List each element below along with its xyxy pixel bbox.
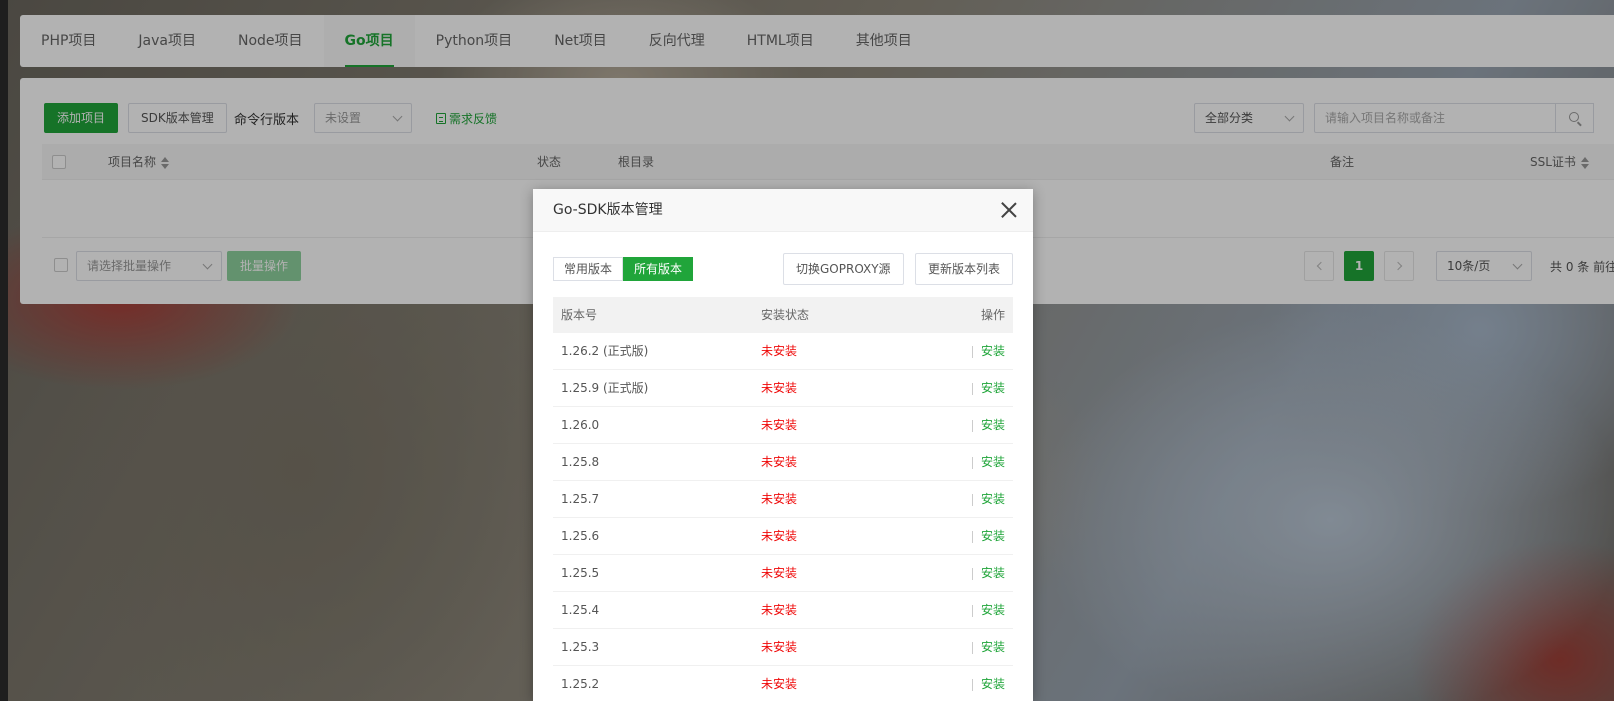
table-row: 1.25.5 未安装 安装 — [553, 555, 1013, 592]
install-status: 未安装 — [761, 344, 798, 358]
version-number: 1.26.2 (正式版) — [561, 344, 649, 358]
version-table-body: 1.26.2 (正式版) 未安装 安装 1.25.9 (正式版) 未安装 安装 1.26.0… — [553, 333, 1013, 701]
install-link[interactable]: 安装 — [981, 555, 1005, 592]
install-link[interactable]: 安装 — [981, 444, 1005, 481]
go-sdk-version-dialog: Go-SDK版本管理 常用版本 所有版本 切换GOPROXY源 更新版本列表 版… — [533, 189, 1033, 701]
version-number: 1.25.4 — [561, 603, 600, 617]
table-row: 1.26.2 (正式版) 未安装 安装 — [553, 333, 1013, 370]
update-version-list-button[interactable]: 更新版本列表 — [915, 253, 1014, 285]
version-number: 1.25.7 — [561, 492, 600, 506]
install-link[interactable]: 安装 — [981, 481, 1005, 518]
column-version: 版本号 — [561, 308, 598, 322]
version-number: 1.26.0 — [561, 418, 600, 432]
version-number: 1.25.6 — [561, 529, 600, 543]
install-status: 未安装 — [761, 455, 798, 469]
version-number: 1.25.8 — [561, 455, 600, 469]
table-row: 1.26.0 未安装 安装 — [553, 407, 1013, 444]
column-action: 操作 — [980, 308, 1005, 322]
install-status: 未安装 — [761, 677, 798, 691]
install-link[interactable]: 安装 — [981, 629, 1005, 666]
segment-common-versions[interactable]: 常用版本 — [553, 257, 624, 281]
install-status: 未安装 — [761, 603, 798, 617]
close-icon[interactable] — [1001, 202, 1017, 218]
table-row: 1.25.8 未安装 安装 — [553, 444, 1013, 481]
dialog-title: Go-SDK版本管理 — [553, 202, 663, 218]
install-status: 未安装 — [761, 529, 798, 543]
dialog-header: Go-SDK版本管理 — [533, 189, 1033, 232]
install-status: 未安装 — [761, 566, 798, 580]
table-row: 1.25.3 未安装 安装 — [553, 629, 1013, 666]
action-divider — [972, 568, 973, 580]
table-row: 1.25.6 未安装 安装 — [553, 518, 1013, 555]
action-divider — [972, 494, 973, 506]
install-status: 未安装 — [761, 492, 798, 506]
install-link[interactable]: 安装 — [981, 592, 1005, 629]
version-number: 1.25.9 (正式版) — [561, 381, 649, 395]
action-divider — [972, 346, 973, 358]
column-install-status: 安装状态 — [761, 308, 810, 322]
action-divider — [972, 642, 973, 654]
install-status: 未安装 — [761, 418, 798, 432]
action-divider — [972, 605, 973, 617]
action-divider — [972, 457, 973, 469]
version-number: 1.25.5 — [561, 566, 600, 580]
table-row: 1.25.7 未安装 安装 — [553, 481, 1013, 518]
version-table-header: 版本号 安装状态 操作 — [553, 297, 1013, 333]
version-number: 1.25.3 — [561, 640, 600, 654]
table-row: 1.25.4 未安装 安装 — [553, 592, 1013, 629]
version-number: 1.25.2 — [561, 677, 600, 691]
table-row: 1.25.2 未安装 安装 — [553, 666, 1013, 701]
install-link[interactable]: 安装 — [981, 407, 1005, 444]
install-link[interactable]: 安装 — [981, 333, 1005, 370]
action-divider — [972, 531, 973, 543]
switch-goproxy-button[interactable]: 切换GOPROXY源 — [783, 253, 904, 285]
action-divider — [972, 420, 973, 432]
action-divider — [972, 383, 973, 395]
install-status: 未安装 — [761, 640, 798, 654]
version-table: 版本号 安装状态 操作 1.26.2 (正式版) 未安装 安装 1.25.9 (正式版… — [553, 297, 1013, 701]
segment-all-versions[interactable]: 所有版本 — [623, 257, 694, 281]
install-status: 未安装 — [761, 381, 798, 395]
action-divider — [972, 679, 973, 691]
table-row: 1.25.9 (正式版) 未安装 安装 — [553, 370, 1013, 407]
install-link[interactable]: 安装 — [981, 370, 1005, 407]
install-link[interactable]: 安装 — [981, 518, 1005, 555]
install-link[interactable]: 安装 — [981, 666, 1005, 701]
